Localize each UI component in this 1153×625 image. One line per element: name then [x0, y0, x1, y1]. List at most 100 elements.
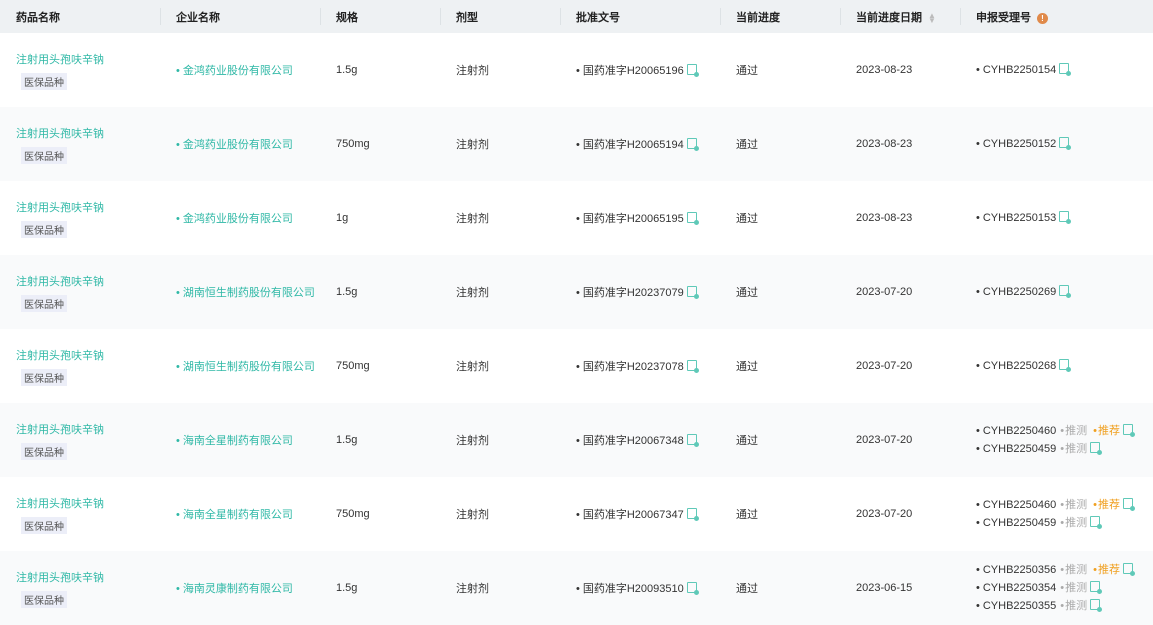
company-link[interactable]: 海南全星制药有限公司	[176, 509, 293, 521]
cell-drug: 注射用头孢呋辛钠 医保品种	[0, 329, 160, 403]
document-icon[interactable]	[686, 508, 699, 521]
app-no-item: CYHB2250354 推测	[976, 579, 1153, 597]
drug-name-link[interactable]: 注射用头孢呋辛钠	[16, 495, 160, 511]
drug-name-link[interactable]: 注射用头孢呋辛钠	[16, 125, 160, 141]
document-icon[interactable]	[686, 360, 699, 373]
app-no[interactable]: CYHB2250460	[976, 499, 1056, 511]
drug-name-link[interactable]: 注射用头孢呋辛钠	[16, 273, 160, 289]
header-spec: 规格	[320, 0, 440, 33]
app-no[interactable]: CYHB2250154	[976, 64, 1056, 76]
app-no-item: CYHB2250459 推测	[976, 514, 1153, 532]
cell-form: 注射剂	[456, 509, 489, 521]
drug-name-link[interactable]: 注射用头孢呋辛钠	[16, 347, 160, 363]
app-no[interactable]: CYHB2250355	[976, 600, 1056, 612]
insurance-badge: 医保品种	[21, 516, 67, 534]
company-link[interactable]: 金鸿药业股份有限公司	[176, 213, 293, 225]
table-header: 药品名称 企业名称 规格 剂型 批准文号 当前进度 当前进度日期 ▲ ▼ 申报受理号…	[0, 0, 1153, 33]
table-row: 注射用头孢呋辛钠医保品种 金鸿药业股份有限公司 750mg 注射剂 国药准字H2…	[0, 107, 1153, 181]
cell-spec: 1.5g	[336, 434, 358, 446]
app-no[interactable]: CYHB2250459	[976, 443, 1056, 455]
app-no[interactable]: CYHB2250354	[976, 582, 1056, 594]
table-row: 注射用头孢呋辛钠医保品种 金鸿药业股份有限公司 1.5g 注射剂 国药准字H20…	[0, 33, 1153, 107]
document-icon[interactable]	[1059, 137, 1072, 150]
cell-approval: 国药准字H20237078	[560, 329, 720, 403]
app-no-item: CYHB2250460 推测推荐	[976, 496, 1153, 514]
insurance-badge: 医保品种	[21, 72, 67, 90]
document-icon[interactable]	[1122, 563, 1135, 576]
app-no[interactable]: CYHB2250268	[976, 360, 1056, 372]
table-row: 注射用头孢呋辛钠医保品种 金鸿药业股份有限公司 1g 注射剂 国药准字H2006…	[0, 181, 1153, 255]
app-no[interactable]: CYHB2250459	[976, 517, 1056, 529]
app-no[interactable]: CYHB2250152	[976, 138, 1056, 150]
company-link[interactable]: 金鸿药业股份有限公司	[176, 139, 293, 151]
document-icon[interactable]	[1059, 359, 1072, 372]
drug-name-link[interactable]: 注射用头孢呋辛钠	[16, 199, 160, 215]
cell-drug: 注射用头孢呋辛钠 医保品种	[0, 551, 160, 625]
cell-date: 2023-07-20	[856, 286, 913, 298]
approval-no[interactable]: 国药准字H20067347	[576, 509, 684, 521]
info-icon[interactable]: !	[1037, 12, 1048, 24]
cell-app-no: CYHB2250268	[960, 329, 1153, 403]
drug-name-link[interactable]: 注射用头孢呋辛钠	[16, 51, 160, 67]
company-link[interactable]: 海南全星制药有限公司	[176, 435, 293, 447]
approval-no[interactable]: 国药准字H20237078	[576, 361, 684, 373]
cell-spec: 750mg	[336, 138, 370, 150]
insurance-badge: 医保品种	[21, 220, 67, 238]
cell-app-no: CYHB2250154	[960, 33, 1153, 107]
approval-no[interactable]: 国药准字H20067348	[576, 435, 684, 447]
approval-no[interactable]: 国药准字H20065196	[576, 65, 684, 77]
guess-label: 推测	[1060, 600, 1087, 612]
app-no[interactable]: CYHB2250356	[976, 564, 1056, 576]
header-app-no-label: 申报受理号	[976, 11, 1031, 24]
document-icon[interactable]	[1122, 424, 1135, 437]
company-link[interactable]: 金鸿药业股份有限公司	[176, 65, 293, 77]
cell-company: 湖南恒生制药股份有限公司	[160, 329, 320, 403]
cell-form: 注射剂	[456, 583, 489, 595]
app-no[interactable]: CYHB2250460	[976, 425, 1056, 437]
header-progress: 当前进度	[720, 0, 840, 33]
header-date[interactable]: 当前进度日期 ▲ ▼	[840, 0, 960, 33]
company-link[interactable]: 湖南恒生制药股份有限公司	[176, 287, 315, 299]
header-form: 剂型	[440, 0, 560, 33]
cell-company: 金鸿药业股份有限公司	[160, 33, 320, 107]
document-icon[interactable]	[686, 434, 699, 447]
cell-approval: 国药准字H20067348	[560, 403, 720, 477]
document-icon[interactable]	[686, 212, 699, 225]
cell-date: 2023-06-15	[856, 582, 913, 594]
header-company: 企业名称	[160, 0, 320, 33]
document-icon[interactable]	[1059, 285, 1072, 298]
document-icon[interactable]	[686, 582, 699, 595]
document-icon[interactable]	[1059, 211, 1072, 224]
approval-no[interactable]: 国药准字H20237079	[576, 287, 684, 299]
drug-name-link[interactable]: 注射用头孢呋辛钠	[16, 421, 160, 437]
cell-drug: 注射用头孢呋辛钠 医保品种	[0, 255, 160, 329]
approval-no[interactable]: 国药准字H20065195	[576, 213, 684, 225]
app-no-item: CYHB2250154	[976, 61, 1153, 79]
guess-label: 推测	[1060, 517, 1087, 529]
cell-date: 2023-07-20	[856, 508, 913, 520]
approval-no[interactable]: 国药准字H20093510	[576, 583, 684, 595]
document-icon[interactable]	[686, 286, 699, 299]
cell-drug: 注射用头孢呋辛钠医保品种	[0, 33, 160, 107]
document-icon[interactable]	[1090, 442, 1103, 455]
sort-icon[interactable]: ▲ ▼	[928, 11, 936, 24]
drug-table: 药品名称 企业名称 规格 剂型 批准文号 当前进度 当前进度日期 ▲ ▼ 申报受理号…	[0, 0, 1153, 625]
approval-no[interactable]: 国药准字H20065194	[576, 139, 684, 151]
recommend-label: 推荐	[1093, 499, 1120, 511]
document-icon[interactable]	[686, 64, 699, 77]
document-icon[interactable]	[1059, 63, 1072, 76]
company-link[interactable]: 湖南恒生制药股份有限公司	[176, 361, 315, 373]
cell-app-no: CYHB2250153	[960, 181, 1153, 255]
cell-date: 2023-08-23	[856, 212, 913, 224]
document-icon[interactable]	[1090, 599, 1103, 612]
app-no[interactable]: CYHB2250269	[976, 286, 1056, 298]
document-icon[interactable]	[1090, 581, 1103, 594]
document-icon[interactable]	[1090, 516, 1103, 529]
drug-name-link[interactable]: 注射用头孢呋辛钠	[16, 569, 160, 585]
company-link[interactable]: 海南灵康制药有限公司	[176, 583, 293, 595]
cell-app-no: CYHB2250152	[960, 107, 1153, 181]
app-no[interactable]: CYHB2250153	[976, 212, 1056, 224]
document-icon[interactable]	[1122, 498, 1135, 511]
cell-spec: 1.5g	[336, 582, 358, 594]
document-icon[interactable]	[686, 138, 699, 151]
